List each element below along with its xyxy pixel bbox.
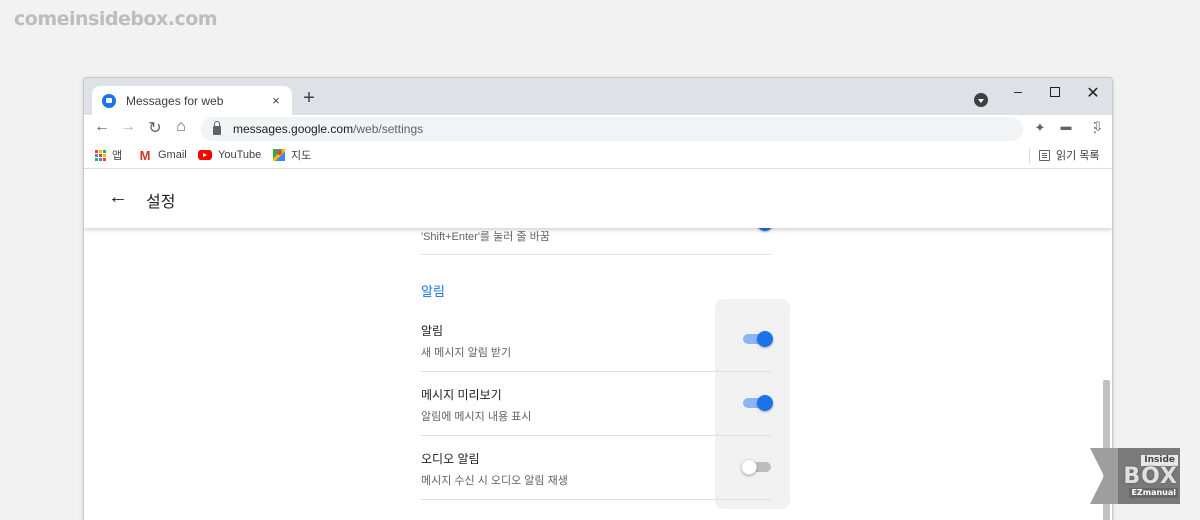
message-preview-toggle[interactable] bbox=[741, 394, 773, 411]
extensions-icon[interactable]: ✦ bbox=[1031, 120, 1049, 136]
row-subtitle: 메시지 수신 시 오디오 알림 재생 bbox=[421, 475, 568, 487]
bookmark-label: 지도 bbox=[291, 150, 312, 162]
browser-window: Messages for web × + – ✕ ← → ↻ ⌂ message… bbox=[83, 77, 1113, 520]
address-bar[interactable]: messages.google.com/web/settings ⇩ ☆ bbox=[201, 117, 1103, 141]
bookmark-gmail[interactable]: M Gmail bbox=[138, 147, 187, 163]
forward-button[interactable]: → bbox=[118, 118, 138, 136]
browser-toolbar: ← → ↻ ⌂ messages.google.com/web/settings… bbox=[84, 115, 1112, 143]
new-tab-button[interactable]: + bbox=[299, 88, 319, 108]
logo-text-ezmanual: EZmanual bbox=[1129, 487, 1178, 498]
toggle-thumb bbox=[757, 395, 773, 411]
lock-icon[interactable] bbox=[213, 121, 221, 135]
youtube-icon bbox=[198, 150, 212, 160]
bookmark-label: Gmail bbox=[158, 149, 187, 161]
row-subtitle: 알림에 메시지 내용 표시 bbox=[421, 411, 532, 423]
reload-button[interactable]: ↻ bbox=[145, 118, 165, 138]
home-button[interactable]: ⌂ bbox=[171, 118, 191, 136]
apps-icon bbox=[95, 149, 106, 161]
messages-settings-page: ← 설정 'Shift+Enter'를 눌러 줄 바꿈 알림 알림 새 메시지 … bbox=[84, 170, 1112, 520]
profile-icon[interactable]: ▬ bbox=[1057, 121, 1075, 133]
row-subtitle: 새 메시지 알림 받기 bbox=[421, 347, 512, 359]
page-title: 설정 bbox=[146, 194, 176, 211]
settings-row-notifications[interactable]: 알림 새 메시지 알림 받기 bbox=[421, 308, 773, 372]
row-title: 알림 bbox=[421, 324, 444, 338]
notifications-toggle[interactable] bbox=[741, 330, 773, 347]
toggle-thumb bbox=[757, 331, 773, 347]
bookmarks-divider bbox=[1029, 148, 1030, 164]
bookmark-label: 앱 bbox=[112, 150, 123, 162]
back-button[interactable]: ← bbox=[92, 118, 112, 136]
title-bar: Messages for web × + – ✕ bbox=[84, 78, 1112, 115]
settings-row-enter-key: 'Shift+Enter'를 눌러 줄 바꿈 bbox=[421, 215, 773, 255]
tab-search-icon[interactable] bbox=[974, 93, 988, 107]
reading-list-label: 읽기 목록 bbox=[1056, 150, 1100, 162]
minimize-button[interactable]: – bbox=[1008, 83, 1028, 99]
bookmark-label: YouTube bbox=[218, 149, 262, 161]
url-host: messages.google.com bbox=[233, 122, 354, 136]
maps-icon bbox=[273, 149, 285, 161]
app-header: ← 설정 bbox=[84, 170, 1112, 228]
section-title-notifications: 알림 bbox=[421, 284, 445, 299]
row-subtitle: 'Shift+Enter'를 눌러 줄 바꿈 bbox=[421, 231, 550, 243]
reading-list-button[interactable]: 읽기 목록 bbox=[1039, 147, 1100, 163]
row-title: 오디오 알림 bbox=[421, 452, 480, 466]
logo-text-box: BOX bbox=[1123, 463, 1178, 489]
settings-row-message-preview[interactable]: 메시지 미리보기 알림에 메시지 내용 표시 bbox=[421, 372, 773, 436]
maximize-button[interactable] bbox=[1045, 84, 1065, 100]
back-arrow-icon[interactable]: ← bbox=[106, 186, 130, 209]
tab-close-icon[interactable]: × bbox=[266, 93, 286, 108]
insidebox-logo: Inside BOX EZmanual bbox=[1088, 444, 1184, 508]
gmail-icon: M bbox=[139, 147, 151, 163]
url-path: /web/settings bbox=[353, 122, 424, 136]
maximize-icon bbox=[1050, 87, 1060, 97]
bookmark-apps[interactable]: 앱 bbox=[95, 147, 122, 163]
bookmark-youtube[interactable]: YouTube bbox=[198, 147, 261, 163]
watermark-text: comeinsidebox.com bbox=[14, 8, 218, 30]
url-text: messages.google.com/web/settings bbox=[233, 122, 423, 136]
audio-notifications-toggle[interactable] bbox=[741, 458, 773, 475]
reading-list-icon bbox=[1039, 149, 1050, 161]
messages-favicon-icon bbox=[102, 93, 116, 108]
tab-messages[interactable]: Messages for web × bbox=[92, 86, 292, 115]
row-title: 메시지 미리보기 bbox=[421, 388, 502, 402]
settings-row-audio-notifications[interactable]: 오디오 알림 메시지 수신 시 오디오 알림 재생 bbox=[421, 436, 771, 500]
bookmark-maps[interactable]: 지도 bbox=[273, 147, 311, 163]
toggle-thumb bbox=[741, 459, 757, 475]
close-window-button[interactable]: ✕ bbox=[1083, 83, 1103, 103]
bookmarks-bar: 앱 M Gmail YouTube 지도 읽기 목록 bbox=[84, 143, 1112, 169]
menu-icon[interactable]: ⋮ bbox=[1086, 119, 1104, 136]
tab-title: Messages for web bbox=[126, 93, 224, 108]
